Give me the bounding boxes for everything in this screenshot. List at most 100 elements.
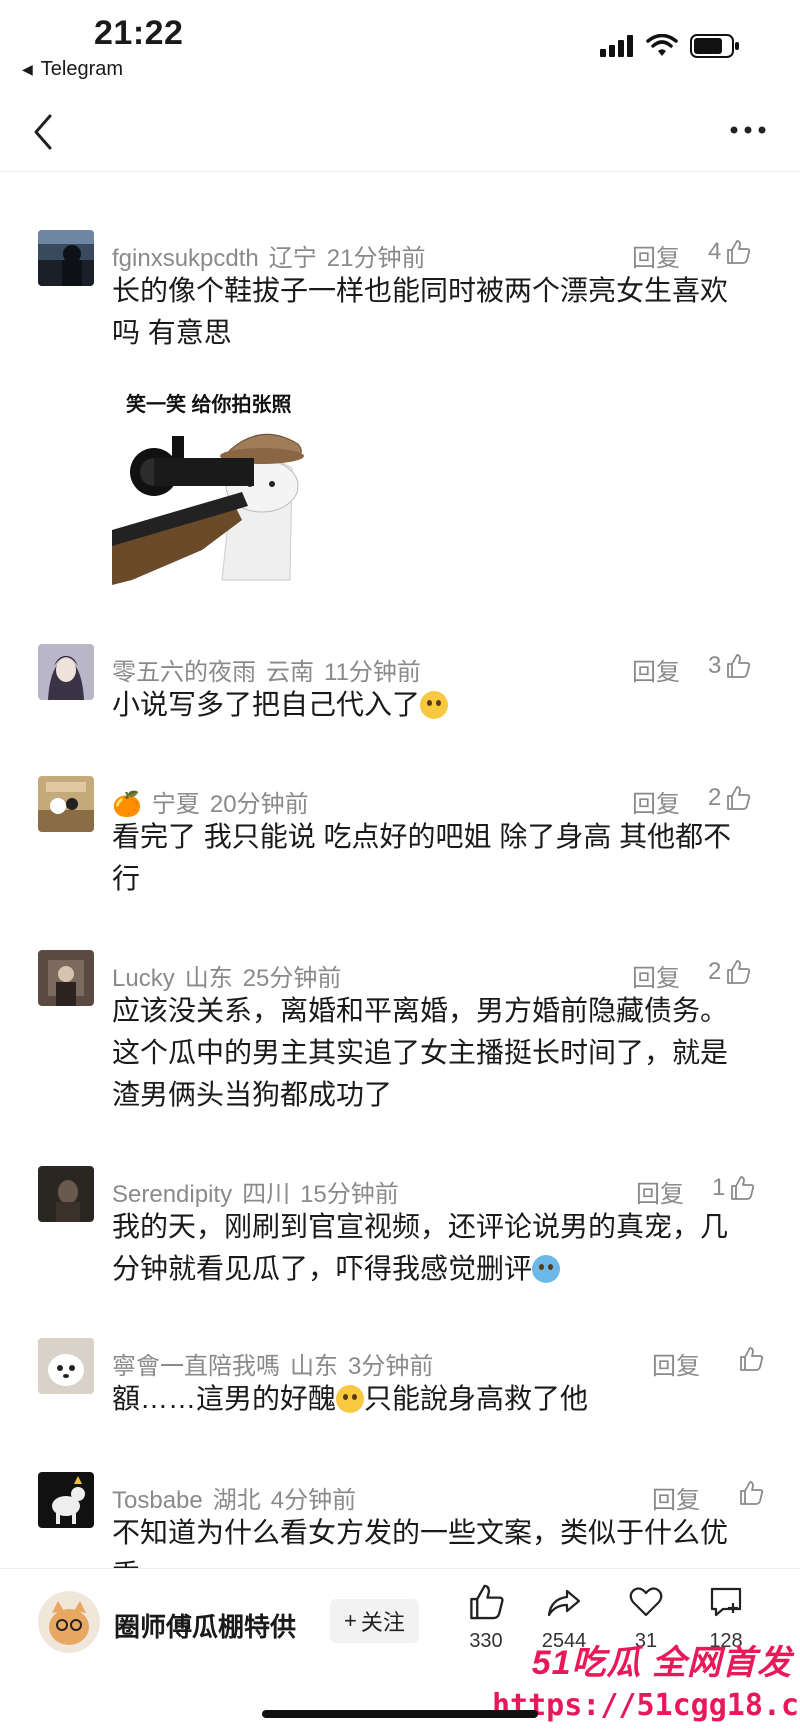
thumbs-up-icon (740, 1481, 764, 1505)
comment-text-body: 我的天，刚刷到官宣视频，还评论说男的真宠，几分钟就看见瓜了，吓得我感觉删评 (112, 1211, 729, 1284)
cat-sniper-illustration (112, 433, 304, 585)
comment-username[interactable]: Lucky (112, 965, 175, 992)
comment-location: 云南 (266, 659, 314, 686)
comment-meta: Lucky 山东 25分钟前 (112, 958, 341, 993)
comment-location: 四川 (242, 1181, 291, 1208)
comment-text: 长的像个鞋拔子一样也能同时被两个漂亮女生喜欢吗 有意思 (112, 275, 729, 348)
author-name[interactable]: 圈师傅瓜棚特供 (114, 1607, 296, 1644)
back-triangle-icon: ◀ (22, 61, 33, 77)
comment-username[interactable]: 寧會一直陪我嗎 (112, 1353, 280, 1380)
comment-username[interactable]: fginxsukpcdth (112, 245, 259, 272)
like-button[interactable]: 2 (708, 784, 751, 812)
back-app-label: Telegram (40, 58, 124, 80)
avatar[interactable] (38, 1338, 94, 1394)
comment-time: 15分钟前 (300, 1181, 399, 1208)
follow-label: 关注 (360, 1610, 405, 1635)
like-count: 3 (708, 652, 722, 679)
comment-bubble-icon (710, 1587, 742, 1617)
reply-button[interactable]: 回复 (652, 1346, 700, 1381)
comment-text-body: 額……這男的好醜 (112, 1383, 337, 1414)
wifi-icon (646, 34, 678, 56)
clock: 21:22 (94, 14, 184, 52)
comment-meta: 寧會一直陪我嗎 山东 3分钟前 (112, 1346, 433, 1381)
like-count: 2 (708, 784, 722, 811)
avatar[interactable] (38, 950, 94, 1006)
back-chevron-icon[interactable] (28, 110, 60, 154)
back-to-app-link[interactable]: ◀ Telegram (22, 58, 123, 81)
comment-username[interactable]: Tosbabe (112, 1487, 203, 1514)
home-indicator[interactable] (262, 1710, 538, 1718)
like-count: 1 (712, 1174, 726, 1201)
like-button[interactable]: 3 (708, 652, 751, 680)
comment-time: 25分钟前 (242, 965, 342, 992)
comment-location: 辽宁 (268, 245, 317, 272)
reply-button[interactable]: 回复 (632, 652, 680, 687)
comment-text: 不知道为什么看女方发的一些文案，类似于什么优秀 (112, 1517, 729, 1568)
comment-meta: Tosbabe 湖北 4分钟前 (112, 1480, 356, 1515)
plus-icon: + (344, 1608, 357, 1633)
avatar[interactable] (38, 1472, 94, 1528)
reply-button[interactable]: 回复 (636, 1174, 684, 1209)
comment-time: 11分钟前 (324, 659, 421, 686)
comment-text: 額……這男的好醜 只能說身高救了他 (112, 1378, 752, 1420)
like-button[interactable] (734, 1346, 764, 1372)
thumbs-up-icon (470, 1584, 504, 1620)
like-button[interactable]: 1 (712, 1174, 755, 1202)
share-arrow-icon (547, 1589, 581, 1617)
like-button[interactable] (734, 1480, 764, 1506)
watermark-brand: 51吃瓜 全网首发 (531, 1644, 792, 1682)
flushed-emoji-icon (420, 691, 449, 719)
comment-location: 湖北 (212, 1487, 261, 1514)
status-icons (600, 34, 740, 58)
avatar[interactable] (38, 230, 94, 286)
comment-location: 宁夏 (151, 791, 200, 818)
thumbs-up-icon (727, 960, 751, 984)
avatar[interactable] (38, 644, 94, 700)
comment-username[interactable]: 🍊 (112, 791, 142, 818)
comment-meta: 🍊 宁夏 20分钟前 (112, 784, 309, 819)
thumbs-up-icon (727, 240, 751, 264)
reply-button[interactable]: 回复 (632, 784, 680, 819)
like-count: 4 (708, 238, 722, 265)
like-count: 2 (708, 958, 722, 985)
comment-username[interactable]: 零五六的夜雨 (112, 659, 256, 686)
thumbs-up-icon (727, 654, 751, 678)
more-dots-icon[interactable] (728, 120, 768, 140)
signal-icon (600, 35, 633, 57)
comment-time: 4分钟前 (270, 1487, 357, 1514)
avatar[interactable] (38, 776, 94, 832)
comment-time: 20分钟前 (209, 791, 309, 818)
thumbs-up-icon (740, 1347, 764, 1371)
comment-meta: 零五六的夜雨 云南 11分钟前 (112, 652, 421, 687)
comment-text-tail: 只能說身高救了他 (364, 1383, 589, 1414)
status-bar: 21:22 ◀ Telegram (0, 0, 800, 90)
laugh-cry-emoji-icon (532, 1255, 561, 1283)
like-button[interactable]: 2 (708, 958, 751, 986)
reply-button[interactable]: 回复 (632, 958, 680, 993)
reply-button[interactable]: 回复 (652, 1480, 700, 1515)
thumbs-up-icon (727, 786, 751, 810)
comment-username[interactable]: Serendipity (112, 1181, 232, 1208)
avatar[interactable] (38, 1166, 94, 1222)
battery-icon (690, 34, 739, 58)
watermark-url: https://51cgg18.com (492, 1688, 800, 1723)
like-button[interactable]: 4 (708, 238, 751, 266)
comment-text: 应该没关系，离婚和平离婚，男方婚前隐藏债务。这个瓜中的男主其实追了女主播挺长时间… (112, 995, 729, 1110)
comment-time: 21分钟前 (326, 245, 426, 272)
comment-list: fginxsukpcdth 辽宁 21分钟前 回复 4 长的像个鞋拔子一样也能同时被… (0, 172, 800, 1568)
comment-text-body: 小说写多了把自己代入了 (112, 689, 421, 720)
comment-text: 我的天，刚刷到官宣视频，还评论说男的真宠，几分钟就看见瓜了，吓得我感觉删评 (112, 1206, 752, 1290)
reply-button[interactable]: 回复 (632, 238, 680, 273)
mask-emoji-icon (336, 1385, 365, 1413)
author-avatar[interactable] (38, 1591, 100, 1653)
heart-icon (629, 1587, 663, 1617)
comment-time: 3分钟前 (348, 1353, 434, 1380)
comment-meta: fginxsukpcdth 辽宁 21分钟前 (112, 238, 425, 273)
comment-meta: Serendipity 四川 15分钟前 (112, 1174, 399, 1209)
thumbs-up-icon (731, 1176, 755, 1200)
meme-image[interactable]: 笑一笑 给你拍张照 (112, 380, 312, 585)
comment-text: 小说写多了把自己代入了 (112, 684, 752, 726)
follow-button[interactable]: + 关注 (330, 1599, 419, 1643)
nav-bar (0, 96, 800, 172)
comment-text: 看完了 我只能说 吃点好的吧姐 除了身高 其他都不行 (112, 821, 732, 894)
